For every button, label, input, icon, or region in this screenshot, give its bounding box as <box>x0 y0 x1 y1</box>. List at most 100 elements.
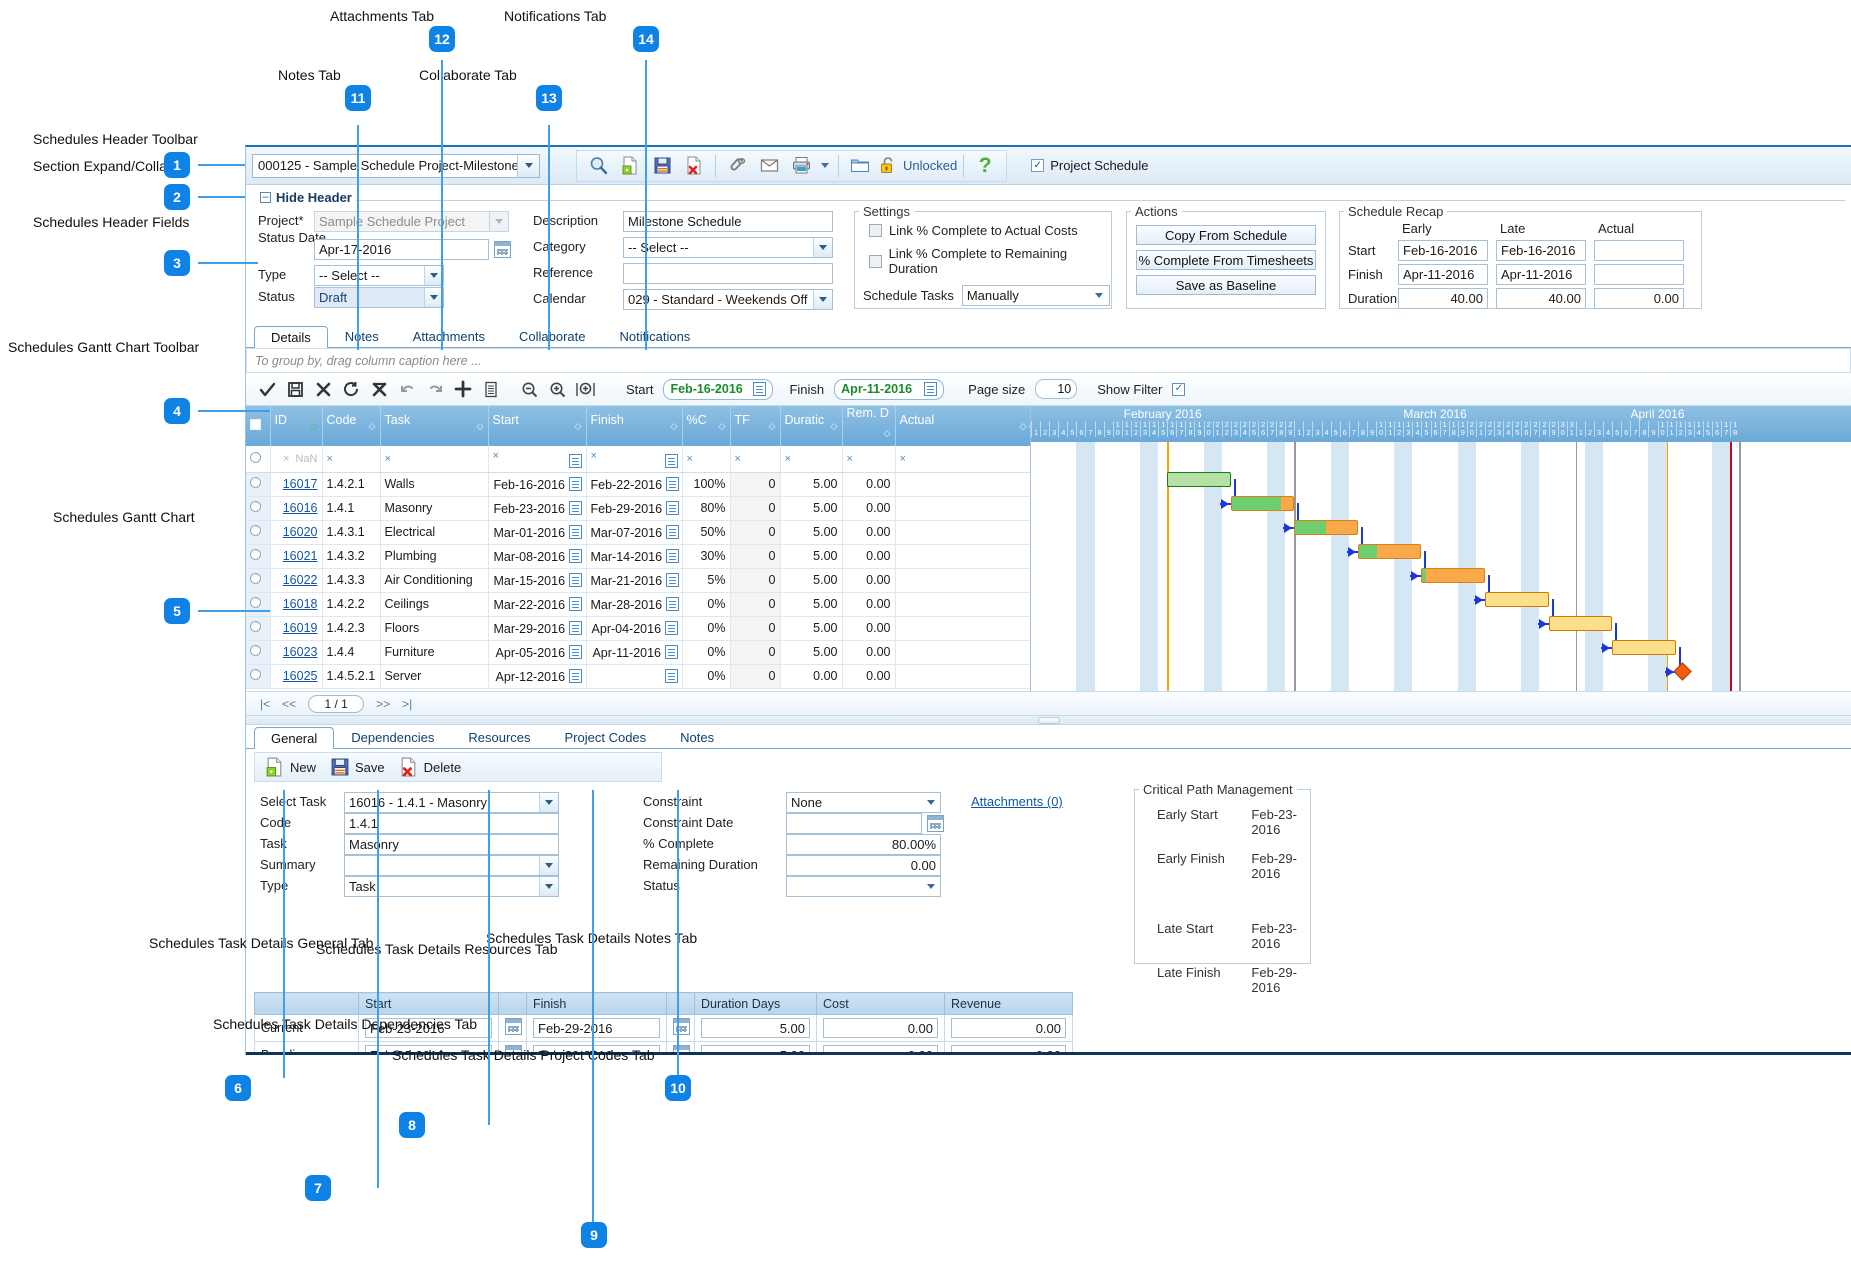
pct-complete-input[interactable]: 80.00% <box>786 834 941 855</box>
cell-start[interactable]: Apr-12-2016 <box>488 664 587 689</box>
recap-start-early[interactable]: Feb-16-2016 <box>1398 240 1488 261</box>
page-size-input[interactable]: 10 <box>1035 379 1078 399</box>
calendar-picker-icon[interactable] <box>568 668 582 683</box>
gantt-milestone[interactable] <box>1672 662 1692 681</box>
calendar-picker-icon[interactable] <box>568 596 582 611</box>
gantt-bar[interactable] <box>1421 568 1485 583</box>
recap-start-late[interactable]: Feb-16-2016 <box>1496 240 1586 261</box>
show-filter-checkbox[interactable]: ✓ <box>1172 382 1186 396</box>
table-row[interactable]: 16021 1.4.3.2 Plumbing Mar-08-2016 Mar-14-2… <box>246 544 1030 569</box>
table-row[interactable]: 16020 1.4.3.1 Electrical Mar-01-2016 Mar-07… <box>246 520 1030 545</box>
dates-duration-cell[interactable]: 5.00 <box>694 1014 817 1042</box>
cell-id[interactable]: 16017 <box>270 472 323 497</box>
check-icon[interactable] <box>254 376 280 402</box>
zoom-out-icon[interactable] <box>516 376 542 402</box>
calendar-picker-icon[interactable] <box>568 524 582 539</box>
pager-last-button[interactable]: >| <box>402 697 412 711</box>
row-select-cell[interactable] <box>246 640 271 665</box>
save-button[interactable]: Save <box>330 757 385 777</box>
unlock-icon[interactable] <box>877 152 899 180</box>
cell-start[interactable]: Mar-08-2016 <box>488 544 587 569</box>
table-row[interactable]: 16018 1.4.2.2 Ceilings Mar-22-2016 Mar-28-2… <box>246 592 1030 617</box>
cell-id[interactable]: 16021 <box>270 544 323 569</box>
link-actual-costs-checkbox[interactable] <box>869 224 882 237</box>
column-header-task[interactable]: Task ◇ <box>380 406 489 446</box>
calendar-picker-icon[interactable] <box>665 548 679 563</box>
sort-icon[interactable]: ◇ <box>671 413 678 439</box>
row-radio[interactable] <box>250 525 261 536</box>
detail-tab-dependencies[interactable]: Dependencies <box>334 726 451 748</box>
cell-finish[interactable]: Apr-04-2016 <box>586 616 683 641</box>
column-header-id[interactable]: ID ◇ <box>270 406 323 446</box>
filter-rem[interactable]: × <box>842 446 896 473</box>
cell-start[interactable]: Feb-23-2016 <box>488 496 587 521</box>
calendar-picker-icon[interactable] <box>665 524 679 539</box>
row-select-cell[interactable] <box>246 664 271 689</box>
cell-start[interactable]: Mar-29-2016 <box>488 616 587 641</box>
cell-id[interactable]: 16020 <box>270 520 323 545</box>
splitter-grip[interactable] <box>1037 717 1060 724</box>
calendar-picker-icon[interactable] <box>753 382 767 396</box>
reference-field[interactable] <box>623 263 833 284</box>
column-header-start[interactable]: Start ◇ <box>488 406 587 446</box>
calendar-picker-icon[interactable] <box>664 668 678 683</box>
calendar-picker-icon[interactable] <box>568 644 582 659</box>
gantt-chart-body[interactable] <box>1031 442 1851 691</box>
cell-id[interactable]: 16018 <box>270 592 323 617</box>
dates-finish-calendar[interactable] <box>666 1014 695 1042</box>
link-remaining-duration-row[interactable]: Link % Complete to Remaining Duration <box>869 246 1111 276</box>
cell-start[interactable]: Mar-15-2016 <box>488 568 587 593</box>
print-dropdown-icon[interactable] <box>818 152 832 180</box>
status-select[interactable] <box>786 876 941 897</box>
gantt-bar[interactable] <box>1485 592 1549 607</box>
filter-tf[interactable]: × <box>730 446 781 473</box>
tab-details[interactable]: Details <box>254 326 328 348</box>
calendar-picker-icon[interactable] <box>568 476 582 491</box>
collapse-icon[interactable]: – <box>260 191 271 203</box>
table-row[interactable]: 16022 1.4.3.3 Air Conditioning Mar-15-2016 … <box>246 568 1030 593</box>
cell-finish[interactable]: Mar-28-2016 <box>586 592 683 617</box>
gantt-bar[interactable] <box>1612 640 1676 655</box>
gantt-bar[interactable] <box>1357 544 1422 559</box>
column-header-code[interactable]: Code ◇ <box>322 406 381 446</box>
calendar-picker-icon[interactable] <box>924 382 938 396</box>
calendar-picker-icon[interactable] <box>665 500 679 515</box>
project-schedule-checkbox[interactable]: ✓ <box>1031 159 1045 172</box>
panel-splitter[interactable] <box>246 715 1851 725</box>
delete-icon[interactable] <box>310 376 336 402</box>
filter-id[interactable]: × NaN <box>270 446 323 473</box>
row-select-cell[interactable] <box>246 496 271 521</box>
status-date-field[interactable]: Apr-17-2016 <box>314 239 489 260</box>
chevron-down-icon[interactable] <box>517 154 539 177</box>
save-as-baseline-button[interactable]: Save as Baseline <box>1136 275 1316 295</box>
recap-duration-late[interactable]: 40.00 <box>1496 288 1586 309</box>
remaining-duration-input[interactable]: 0.00 <box>786 855 941 876</box>
recap-finish-early[interactable]: Apr-11-2016 <box>1398 264 1488 285</box>
pct-complete-from-timesheets-button[interactable]: % Complete From Timesheets <box>1136 250 1316 270</box>
email-icon[interactable] <box>754 152 784 180</box>
sort-icon[interactable]: ◇ <box>831 413 838 439</box>
dates-revenue-cell[interactable]: 0.00 <box>944 1014 1073 1042</box>
columns-icon[interactable] <box>478 376 504 402</box>
row-select-cell[interactable] <box>246 472 271 497</box>
cell-finish[interactable]: Mar-07-2016 <box>586 520 683 545</box>
calendar-picker-icon[interactable] <box>665 596 679 611</box>
recap-finish-actual[interactable] <box>1594 264 1684 285</box>
cell-id[interactable]: 16019 <box>270 616 323 641</box>
add-icon[interactable] <box>450 376 476 402</box>
refresh-icon[interactable] <box>338 376 364 402</box>
cell-start[interactable]: Mar-22-2016 <box>488 592 587 617</box>
filter-start[interactable]: × <box>488 446 587 473</box>
gantt-bar[interactable] <box>1167 472 1231 487</box>
sort-icon[interactable]: ◇ <box>719 413 726 439</box>
filter-code[interactable]: × <box>322 446 381 473</box>
sort-icon[interactable]: ◇ <box>575 413 582 439</box>
save-icon[interactable] <box>647 152 677 180</box>
recap-duration-actual[interactable]: 0.00 <box>1594 288 1684 309</box>
cell-finish[interactable]: Feb-29-2016 <box>586 496 683 521</box>
print-icon[interactable] <box>786 152 816 180</box>
sort-icon[interactable]: ◇ <box>884 420 891 446</box>
help-icon[interactable]: ? <box>970 152 1000 180</box>
type-select[interactable]: -- Select -- <box>314 265 444 286</box>
cell-finish[interactable]: Feb-22-2016 <box>586 472 683 497</box>
